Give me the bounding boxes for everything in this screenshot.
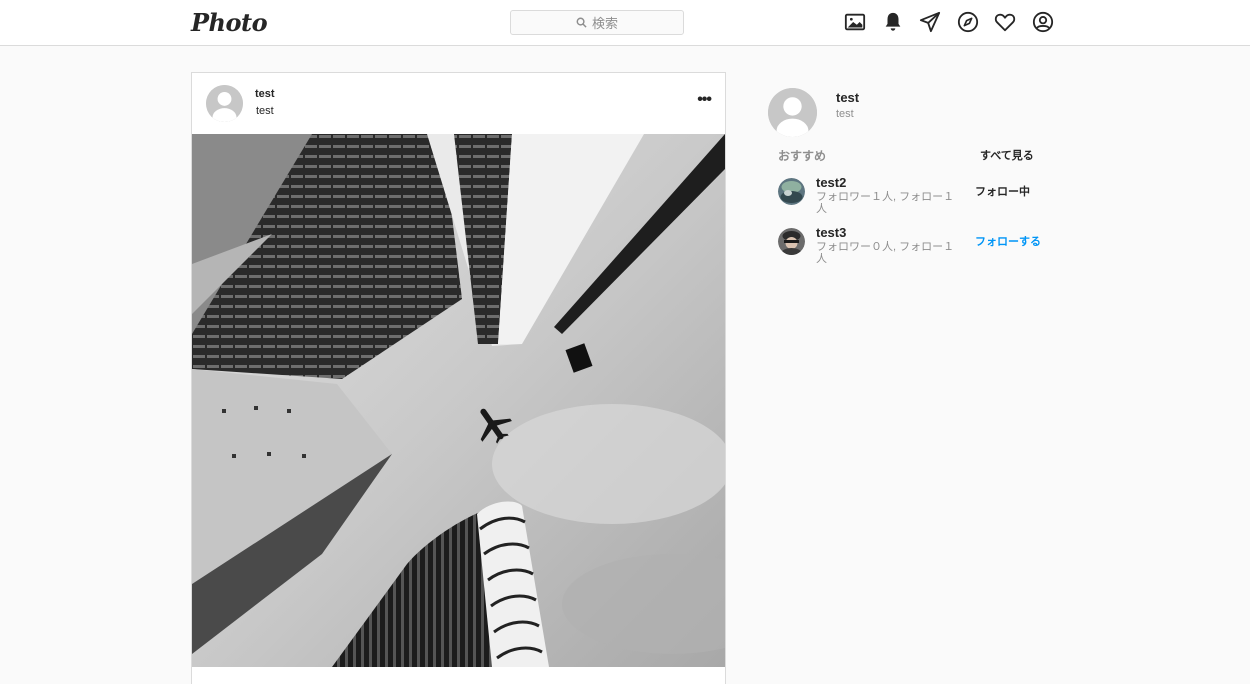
search-icon — [576, 17, 587, 28]
post-avatar[interactable] — [206, 85, 243, 122]
suggestion-username[interactable]: test2 — [816, 175, 846, 190]
suggestion-stats: フォロワー０人, フォロー１人 — [816, 241, 955, 265]
suggestion-avatar[interactable] — [778, 228, 805, 255]
image-icon[interactable] — [843, 10, 867, 34]
more-options-icon[interactable]: ••• — [697, 92, 712, 108]
suggestion-stats: フォロワー１人, フォロー１人 — [816, 191, 955, 215]
profile-icon[interactable] — [1031, 10, 1055, 34]
post-username[interactable]: test — [255, 88, 275, 100]
suggestion-avatar[interactable] — [778, 178, 805, 205]
avatar-photo — [778, 178, 805, 205]
top-bar: Photo 検索 — [0, 0, 1250, 46]
following-button[interactable]: フォロー中 — [975, 183, 1030, 199]
post-location: test — [256, 105, 274, 117]
my-name: test — [836, 108, 854, 120]
search-input[interactable]: 検索 — [510, 10, 684, 35]
post-header: test test ••• — [192, 73, 725, 134]
photo-image — [192, 134, 725, 667]
suggestion-username[interactable]: test3 — [816, 225, 846, 240]
default-avatar-icon — [768, 88, 817, 137]
logo[interactable]: Photo — [191, 8, 268, 37]
bell-icon[interactable] — [881, 10, 905, 34]
compass-icon[interactable] — [956, 10, 980, 34]
post-photo[interactable] — [192, 134, 725, 667]
see-all-link[interactable]: すべて見る — [980, 147, 1034, 163]
my-username[interactable]: test — [836, 90, 859, 105]
heart-icon[interactable] — [993, 10, 1017, 34]
avatar-photo — [778, 228, 805, 255]
post-card: test test ••• — [191, 72, 726, 684]
follow-button[interactable]: フォローする — [975, 233, 1041, 249]
recommend-title: おすすめ — [778, 149, 827, 163]
nav-icons — [843, 10, 1068, 34]
send-icon[interactable] — [918, 10, 942, 34]
search-placeholder: 検索 — [591, 16, 618, 31]
default-avatar-icon — [206, 85, 243, 122]
my-avatar[interactable] — [768, 88, 817, 137]
